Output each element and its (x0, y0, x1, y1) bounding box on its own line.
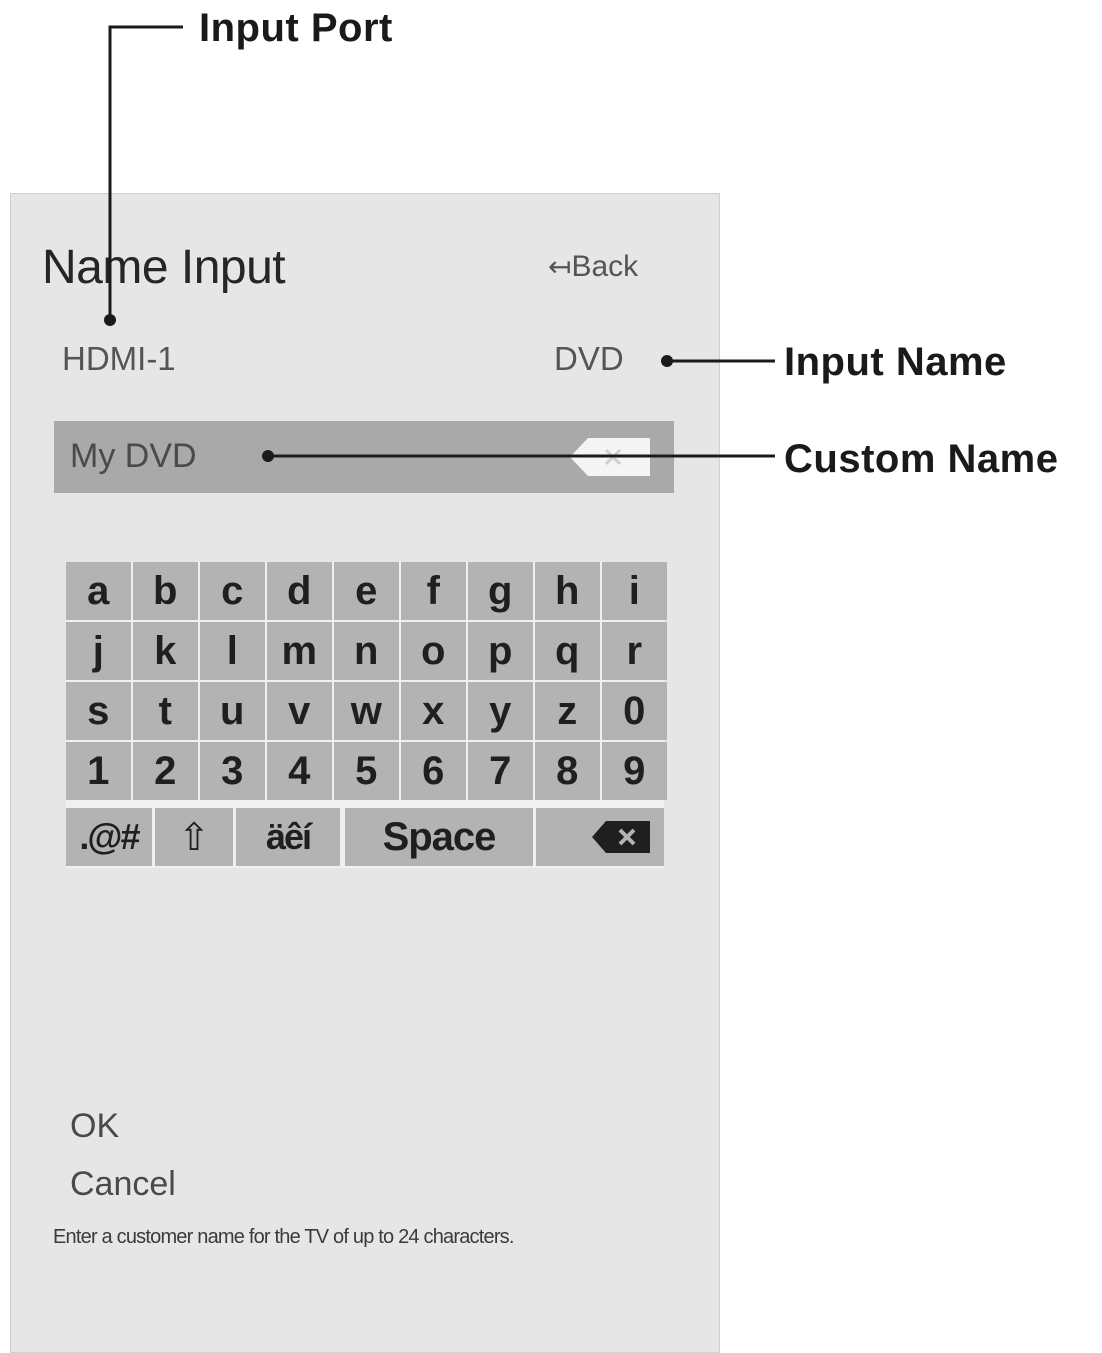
key-4[interactable]: 4 (267, 742, 332, 800)
key-2[interactable]: 2 (133, 742, 198, 800)
key-o[interactable]: o (401, 622, 466, 680)
key-d[interactable]: d (267, 562, 332, 620)
backspace-icon (592, 821, 650, 853)
help-text: Enter a customer name for the TV of up t… (53, 1226, 514, 1248)
key-n[interactable]: n (334, 622, 399, 680)
key-x[interactable]: x (401, 682, 466, 740)
key-6[interactable]: 6 (401, 742, 466, 800)
key-9[interactable]: 9 (602, 742, 667, 800)
key-j[interactable]: j (66, 622, 131, 680)
key-3[interactable]: 3 (200, 742, 265, 800)
key-z[interactable]: z (535, 682, 600, 740)
custom-name-field[interactable]: My DVD (54, 421, 674, 493)
key-a[interactable]: a (66, 562, 131, 620)
clear-field-icon[interactable] (570, 438, 650, 476)
back-arrow-icon: ↤ (548, 251, 572, 282)
key-k[interactable]: k (133, 622, 198, 680)
callout-input-port: Input Port (199, 6, 393, 50)
key-0[interactable]: 0 (602, 682, 667, 740)
key-t[interactable]: t (133, 682, 198, 740)
input-name-label: DVD (554, 340, 624, 377)
key-w[interactable]: w (334, 682, 399, 740)
key-space[interactable]: Space (345, 808, 533, 866)
key-r[interactable]: r (602, 622, 667, 680)
key-m[interactable]: m (267, 622, 332, 680)
key-7[interactable]: 7 (468, 742, 533, 800)
key-h[interactable]: h (535, 562, 600, 620)
callout-custom-name: Custom Name (784, 437, 1059, 481)
ok-button[interactable]: OK (70, 1107, 119, 1146)
key-symbols[interactable]: .@# (66, 808, 152, 866)
key-q[interactable]: q (535, 622, 600, 680)
key-i[interactable]: i (602, 562, 667, 620)
key-g[interactable]: g (468, 562, 533, 620)
page-title: Name Input (42, 241, 286, 294)
key-b[interactable]: b (133, 562, 198, 620)
key-u[interactable]: u (200, 682, 265, 740)
input-port-label: HDMI-1 (62, 340, 176, 377)
back-label: Back (571, 250, 639, 283)
key-y[interactable]: y (468, 682, 533, 740)
key-8[interactable]: 8 (535, 742, 600, 800)
key-p[interactable]: p (468, 622, 533, 680)
custom-name-value: My DVD (70, 437, 197, 475)
key-l[interactable]: l (200, 622, 265, 680)
cancel-button[interactable]: Cancel (70, 1165, 176, 1204)
key-s[interactable]: s (66, 682, 131, 740)
onscreen-keyboard: a b c d e f g h i j k l m n o p q r s t u v w x y z 0 1 2 3 4 5 6 7 8 9 .@# ⇧… (66, 562, 667, 868)
key-1[interactable]: 1 (66, 742, 131, 800)
key-v[interactable]: v (267, 682, 332, 740)
back-button[interactable]: ↤Back (548, 250, 638, 284)
key-e[interactable]: e (334, 562, 399, 620)
key-f[interactable]: f (401, 562, 466, 620)
key-5[interactable]: 5 (334, 742, 399, 800)
callout-input-name: Input Name (784, 340, 1007, 384)
key-accents[interactable]: äêí (236, 808, 340, 866)
key-shift[interactable]: ⇧ (155, 808, 233, 866)
key-backspace[interactable] (536, 808, 664, 866)
key-c[interactable]: c (200, 562, 265, 620)
